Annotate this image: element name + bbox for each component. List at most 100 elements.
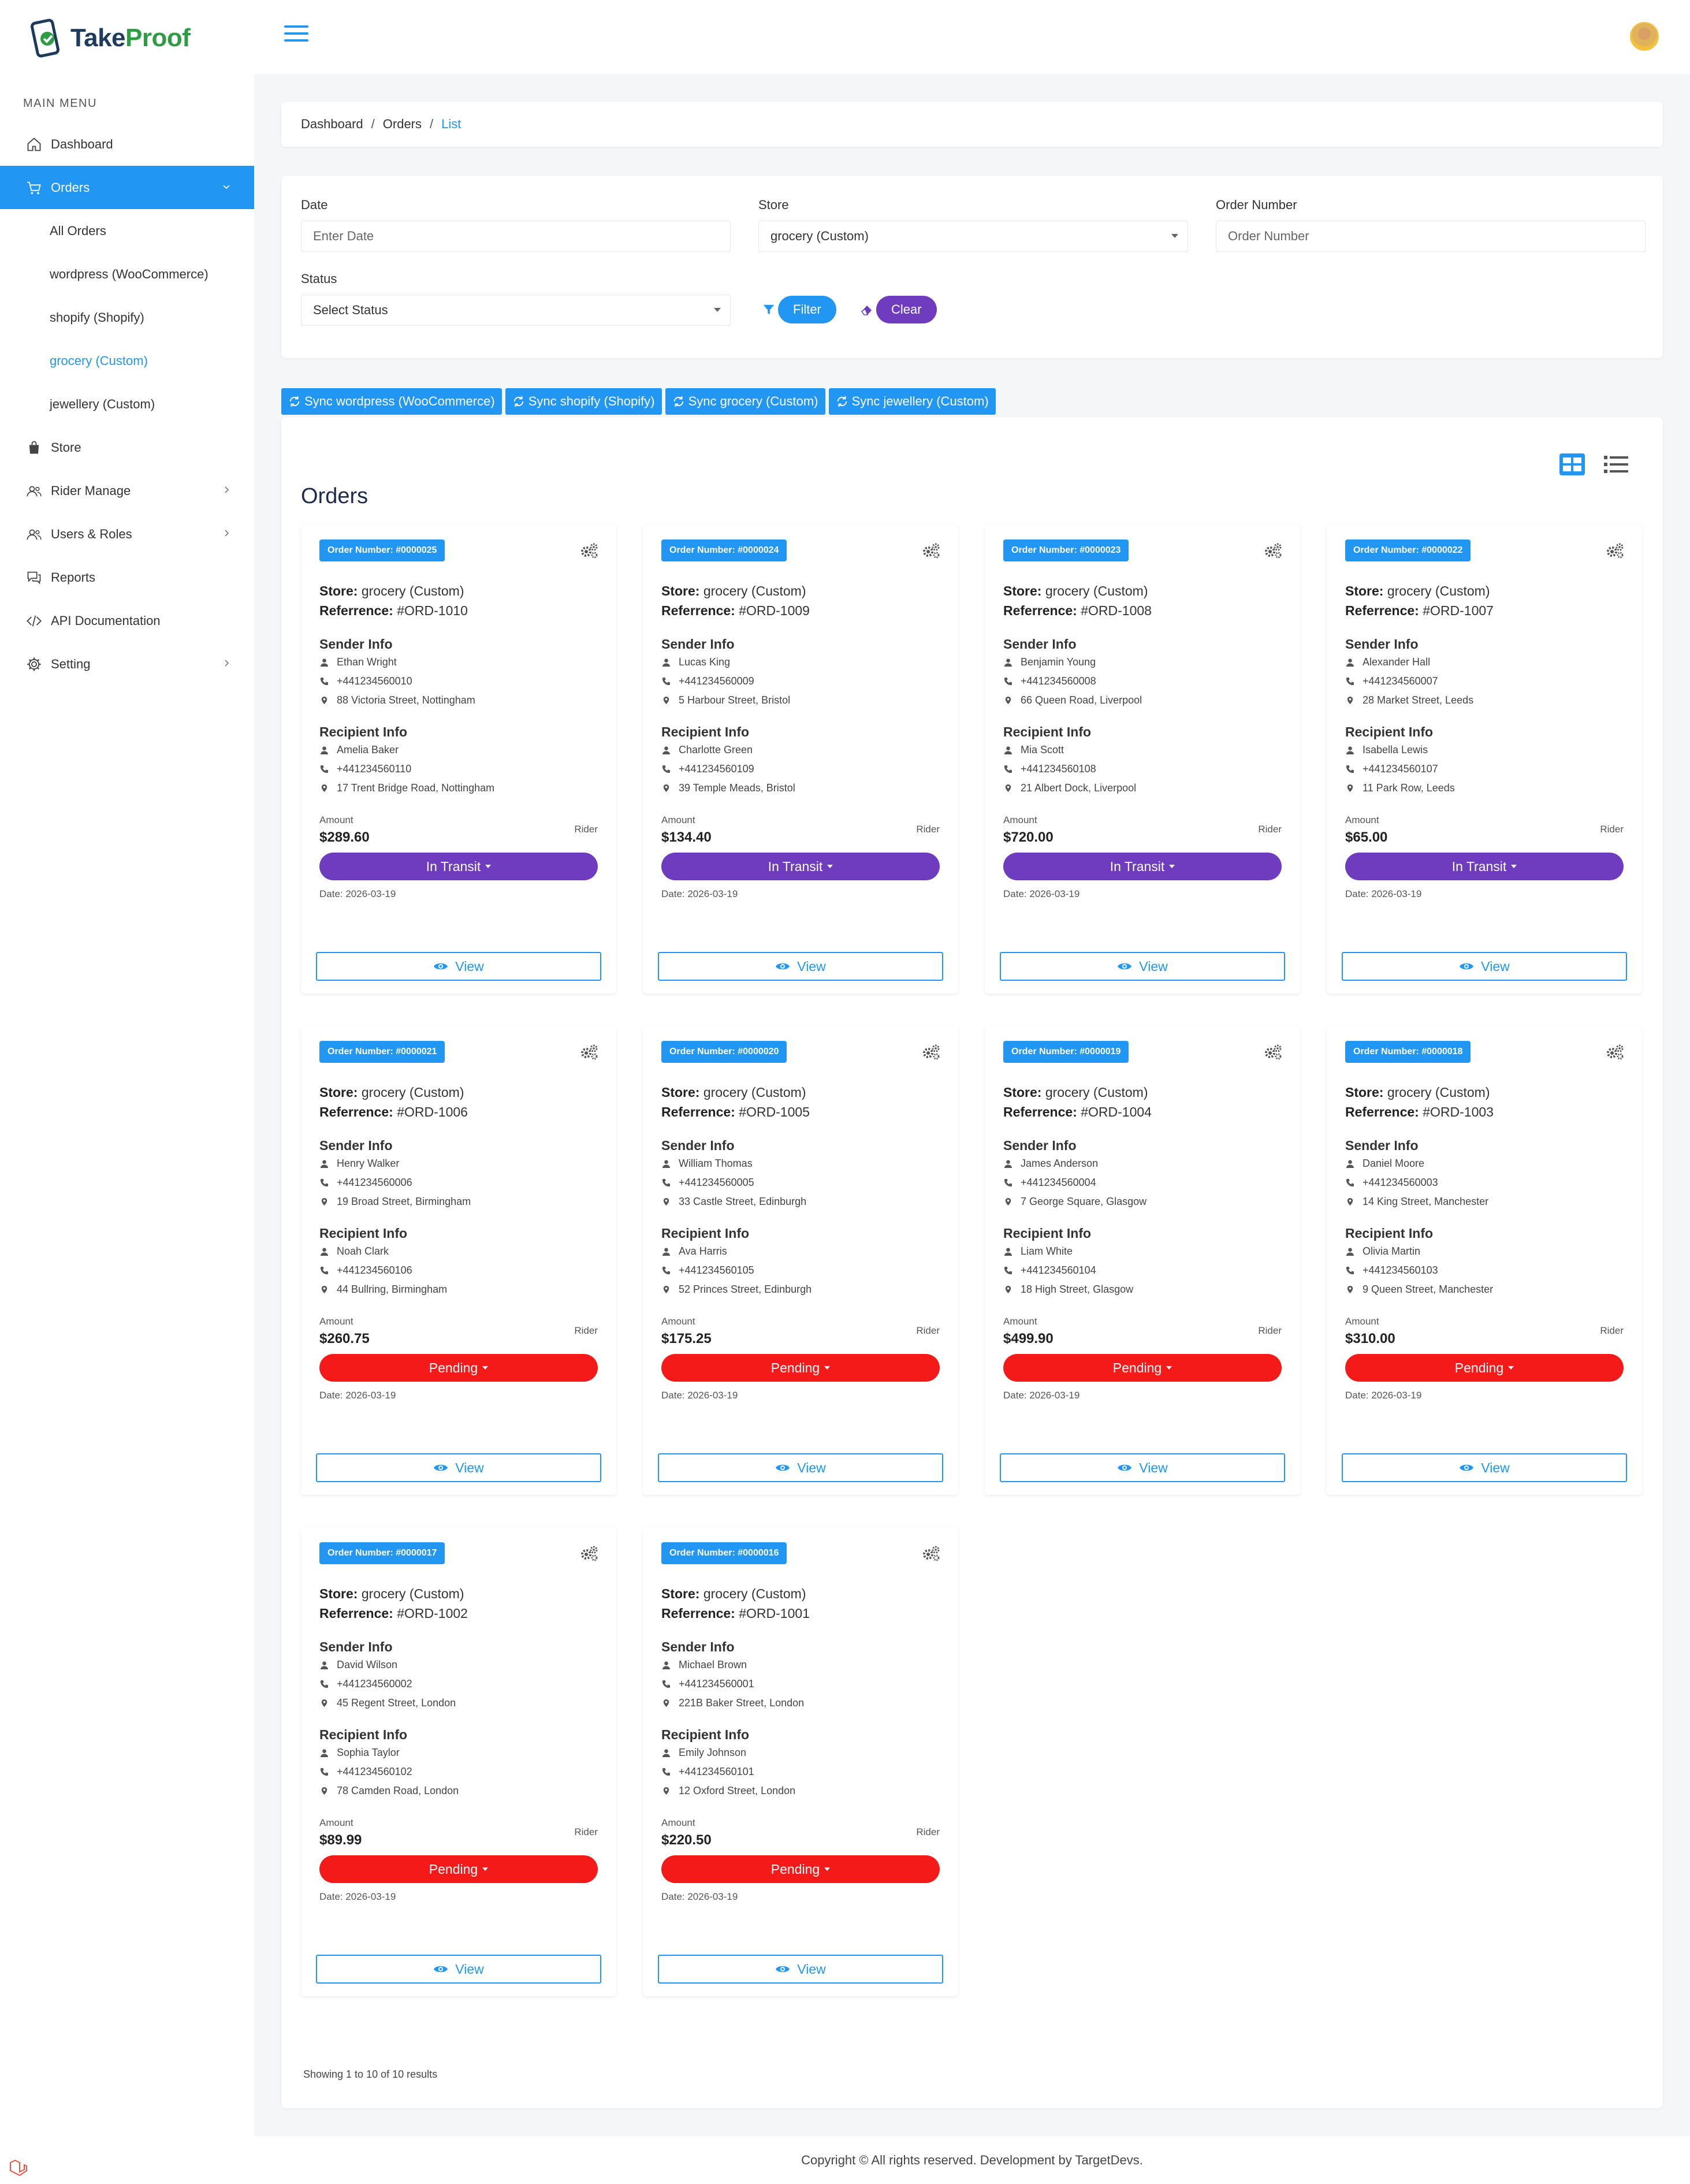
status-dropdown[interactable]: In Transit bbox=[1345, 853, 1624, 880]
view-button[interactable]: View bbox=[1000, 1453, 1285, 1482]
recipient-name-value: Noah Clark bbox=[337, 1245, 389, 1257]
reference-line: Referrence: #ORD-1009 bbox=[661, 603, 810, 619]
status-dropdown[interactable]: Pending bbox=[661, 1855, 940, 1883]
sync-shopify-button[interactable]: Sync shopify (Shopify) bbox=[505, 388, 662, 415]
view-button[interactable]: View bbox=[658, 952, 943, 981]
order-date: Date: 2026-03-19 bbox=[661, 1390, 738, 1401]
recipient-phone-value: +441234560105 bbox=[679, 1264, 754, 1276]
recipient-address: 18 High Street, Glasgow bbox=[1003, 1283, 1133, 1296]
sidebar-item-api-documentation[interactable]: API Documentation bbox=[0, 599, 254, 642]
recipient-name: Isabella Lewis bbox=[1345, 744, 1428, 756]
reference-key: Referrence: bbox=[661, 603, 735, 618]
view-button[interactable]: View bbox=[1342, 952, 1627, 981]
status-dropdown[interactable]: In Transit bbox=[319, 853, 598, 880]
recipient-address: 78 Camden Road, London bbox=[319, 1785, 459, 1797]
sender-address-value: 7 George Square, Glasgow bbox=[1021, 1196, 1147, 1207]
status-dropdown[interactable]: Pending bbox=[1003, 1354, 1282, 1382]
cogs-icon[interactable] bbox=[579, 1043, 599, 1061]
status-dropdown[interactable]: In Transit bbox=[1003, 853, 1282, 880]
breadcrumb-dashboard[interactable]: Dashboard bbox=[301, 117, 363, 132]
status-dropdown[interactable]: Pending bbox=[319, 1354, 598, 1382]
app-logo[interactable]: TakeProof bbox=[30, 15, 191, 61]
sender-address-value: 221B Baker Street, London bbox=[679, 1697, 805, 1709]
recipient-info-heading: Recipient Info bbox=[661, 724, 750, 739]
filter-button[interactable]: Filter bbox=[755, 296, 836, 323]
sync-jewellery-button[interactable]: Sync jewellery (Custom) bbox=[828, 388, 996, 415]
cogs-icon[interactable] bbox=[579, 1545, 599, 1562]
sidebar-item-dashboard[interactable]: Dashboard bbox=[0, 122, 254, 166]
sync-wordpress-button[interactable]: Sync wordpress (WooCommerce) bbox=[281, 388, 502, 415]
cogs-icon[interactable] bbox=[921, 1043, 941, 1061]
reference-value: #ORD-1008 bbox=[1081, 603, 1152, 618]
map-pin-icon bbox=[1345, 1285, 1354, 1294]
sender-phone-value: +441234560001 bbox=[679, 1678, 754, 1690]
sidebar-subitem-wordpress[interactable]: wordpress (WooCommerce) bbox=[0, 252, 254, 296]
status-value: In Transit bbox=[1110, 858, 1165, 874]
view-button[interactable]: View bbox=[316, 1955, 601, 1984]
cogs-icon[interactable] bbox=[1263, 1043, 1283, 1061]
sidebar-item-users-roles[interactable]: Users & Roles bbox=[0, 512, 254, 556]
view-button[interactable]: View bbox=[1342, 1453, 1627, 1482]
cogs-icon[interactable] bbox=[579, 542, 599, 559]
status-select[interactable]: Select Status bbox=[301, 295, 731, 326]
sidebar-item-setting[interactable]: Setting bbox=[0, 642, 254, 686]
store-line: Store: grocery (Custom) bbox=[319, 583, 464, 599]
sync-grocery-button[interactable]: Sync grocery (Custom) bbox=[665, 388, 825, 415]
reference-value: #ORD-1004 bbox=[1081, 1104, 1152, 1119]
sync-icon bbox=[673, 396, 683, 407]
sync-icon bbox=[289, 396, 300, 407]
user-icon bbox=[661, 1247, 671, 1256]
sender-name: Henry Walker bbox=[319, 1158, 399, 1170]
store-line: Store: grocery (Custom) bbox=[1345, 1085, 1490, 1100]
sender-phone-value: +441234560009 bbox=[679, 675, 754, 687]
amount-value: $499.90 bbox=[1003, 1331, 1054, 1346]
sidebar-item-reports[interactable]: Reports bbox=[0, 556, 254, 599]
grid-view-icon[interactable] bbox=[1559, 453, 1585, 476]
store-select[interactable]: grocery (Custom) bbox=[758, 221, 1188, 252]
status-dropdown[interactable]: Pending bbox=[1345, 1354, 1624, 1382]
orders-heading: Orders bbox=[301, 484, 368, 508]
cogs-icon[interactable] bbox=[921, 542, 941, 559]
sidebar-subitem-all-orders[interactable]: All Orders bbox=[0, 209, 254, 252]
cogs-icon[interactable] bbox=[1605, 542, 1625, 559]
status-dropdown[interactable]: Pending bbox=[661, 1354, 940, 1382]
view-button[interactable]: View bbox=[658, 1955, 943, 1984]
cogs-icon[interactable] bbox=[1605, 1043, 1625, 1061]
sidebar-subitem-shopify[interactable]: shopify (Shopify) bbox=[0, 296, 254, 339]
reference-value: #ORD-1003 bbox=[1423, 1104, 1494, 1119]
sidebar-subitem-grocery[interactable]: grocery (Custom) bbox=[0, 339, 254, 382]
chevron-right-icon bbox=[225, 530, 229, 537]
breadcrumb-orders[interactable]: Orders bbox=[383, 117, 422, 132]
date-input[interactable]: Enter Date bbox=[301, 221, 731, 252]
status-value: In Transit bbox=[768, 858, 823, 874]
view-button[interactable]: View bbox=[316, 952, 601, 981]
sender-info-heading: Sender Info bbox=[661, 637, 735, 652]
menu-toggle-icon[interactable] bbox=[284, 25, 308, 45]
sidebar-subitem-jewellery[interactable]: jewellery (Custom) bbox=[0, 382, 254, 426]
cogs-icon[interactable] bbox=[921, 1545, 941, 1562]
status-dropdown[interactable]: Pending bbox=[319, 1855, 598, 1883]
view-button-label: View bbox=[455, 1961, 484, 1977]
phone-icon bbox=[319, 1680, 329, 1689]
recipient-phone-value: +441234560103 bbox=[1363, 1264, 1438, 1276]
view-button[interactable]: View bbox=[658, 1453, 943, 1482]
sidebar-item-label: API Documentation bbox=[51, 613, 161, 628]
avatar[interactable] bbox=[1630, 22, 1659, 51]
eye-icon bbox=[433, 961, 455, 972]
map-pin-icon bbox=[1003, 1285, 1012, 1294]
user-icon bbox=[661, 1748, 671, 1758]
list-view-icon[interactable] bbox=[1603, 453, 1629, 476]
order-number-input[interactable]: Order Number bbox=[1216, 221, 1646, 252]
sidebar-item-rider-manage[interactable]: Rider Manage bbox=[0, 469, 254, 512]
store-line: Store: grocery (Custom) bbox=[661, 1085, 806, 1100]
clear-button[interactable]: Clear bbox=[853, 296, 937, 323]
cogs-icon[interactable] bbox=[1263, 542, 1283, 559]
footer: Copyright © All rights reserved. Develop… bbox=[801, 2152, 1143, 2167]
sidebar-item-store[interactable]: Store bbox=[0, 426, 254, 469]
status-dropdown[interactable]: In Transit bbox=[661, 853, 940, 880]
sidebar-item-orders[interactable]: Orders bbox=[0, 166, 254, 209]
recipient-name-value: Sophia Taylor bbox=[337, 1747, 400, 1758]
view-button[interactable]: View bbox=[316, 1453, 601, 1482]
view-button[interactable]: View bbox=[1000, 952, 1285, 981]
sender-phone-value: +441234560005 bbox=[679, 1177, 754, 1188]
